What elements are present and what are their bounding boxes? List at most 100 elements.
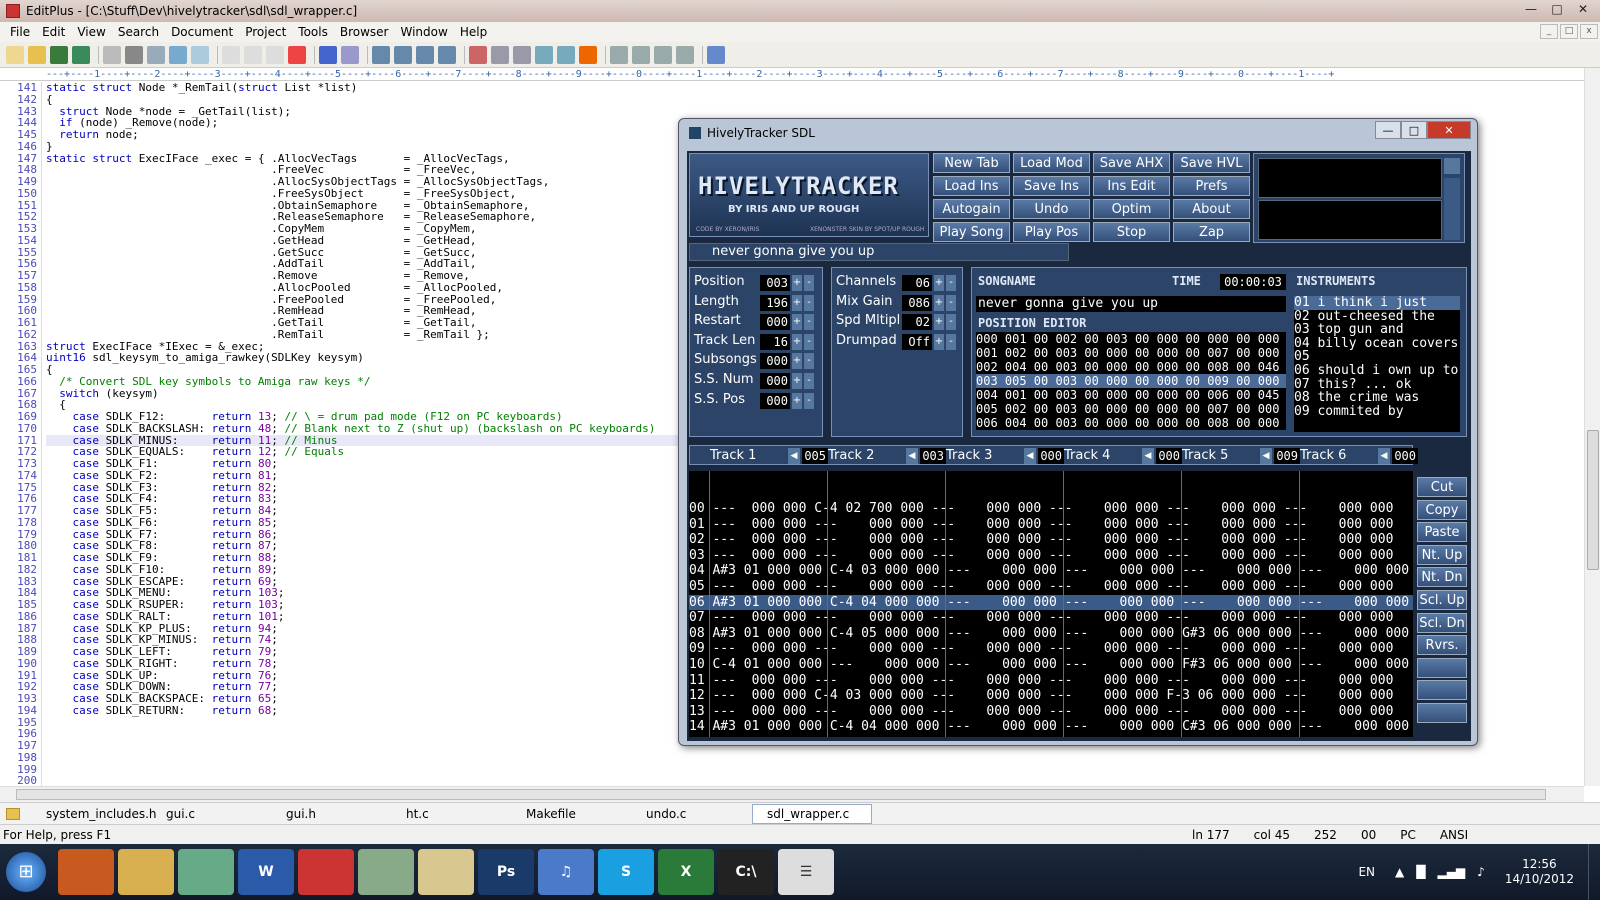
vertical-scrollbar[interactable] — [1584, 68, 1600, 786]
save-icon[interactable] — [50, 45, 68, 64]
volume-icon[interactable]: ♪ — [1477, 865, 1485, 879]
editplus-taskbar-icon[interactable] — [418, 849, 474, 895]
document-app-icon[interactable] — [358, 849, 414, 895]
btn-autogain[interactable]: Autogain — [933, 199, 1010, 219]
track-mute-icon[interactable]: ◀ — [1260, 448, 1272, 464]
font-icon[interactable] — [469, 45, 487, 64]
edit-button-rvrs-[interactable]: Rvrs. — [1417, 635, 1467, 656]
menu-search[interactable]: Search — [112, 25, 165, 39]
mdi-minimize-button[interactable]: _ — [1540, 24, 1558, 39]
window-cascade-icon[interactable] — [632, 45, 650, 64]
menu-help[interactable]: Help — [454, 25, 493, 39]
tab-sdl-wrapper-c[interactable]: sdl_wrapper.c — [752, 803, 872, 824]
tab-ht-c[interactable]: ht.c — [392, 807, 512, 821]
increment-button[interactable]: + — [792, 392, 802, 409]
menu-browser[interactable]: Browser — [334, 25, 395, 39]
decrement-button[interactable]: - — [804, 392, 814, 409]
track-mute-icon[interactable]: ◀ — [788, 448, 800, 464]
firefox-icon[interactable] — [58, 849, 114, 895]
instrument-row[interactable]: 05 — [1294, 350, 1460, 364]
position-row[interactable]: 003 005 00 003 00 000 00 000 00 009 00 0… — [976, 374, 1286, 388]
horizontal-scroll-thumb[interactable] — [16, 789, 1546, 800]
code-editor[interactable]: static struct Node *_RemTail(struct List… — [46, 82, 686, 786]
btn-save-ahx[interactable]: Save AHX — [1093, 153, 1170, 173]
decrement-button[interactable]: - — [946, 333, 956, 350]
edit-button-copy[interactable]: Copy — [1417, 499, 1467, 520]
pattern-row[interactable]: 12 --- 000 000 C-4 03 000 000 --- 000 00… — [689, 688, 1413, 704]
skype-icon[interactable]: S — [598, 849, 654, 895]
visualizer-toggle-icon[interactable] — [1444, 158, 1460, 174]
decrement-button[interactable]: - — [804, 373, 814, 389]
pattern-row[interactable]: 07 --- 000 000 --- 000 000 --- 000 000 -… — [689, 610, 1413, 626]
hively-minimize-button[interactable]: — — [1375, 121, 1401, 139]
pattern-row[interactable]: 14 A#3 01 000 000 C-4 04 000 000 --- 000… — [689, 719, 1413, 735]
decrement-button[interactable]: - — [946, 294, 956, 311]
instrument-row[interactable]: 04 billy ocean covers — [1294, 337, 1460, 351]
instrument-row[interactable]: 09 commited by — [1294, 405, 1460, 419]
find-icon[interactable] — [372, 45, 390, 64]
edit-button-nt-dn[interactable]: Nt. Dn — [1417, 567, 1467, 588]
tab-system-includes[interactable]: system_includes.h — [32, 807, 157, 821]
pattern-editor[interactable]: 00 --- 000 000 C-4 02 700 000 --- 000 00… — [689, 471, 1413, 737]
language-indicator[interactable]: EN — [1358, 865, 1375, 879]
track-mute-icon[interactable]: ◀ — [1024, 448, 1036, 464]
replace-icon[interactable] — [394, 45, 412, 64]
open-file-icon[interactable] — [28, 45, 46, 64]
track-mute-icon[interactable]: ◀ — [1142, 448, 1154, 464]
photoshop-icon[interactable]: Ps — [478, 849, 534, 895]
instrument-list[interactable]: 01 i think i just 02 out-cheesed the 03 to… — [1294, 296, 1460, 432]
increment-button[interactable]: + — [934, 294, 944, 311]
decrement-button[interactable]: - — [804, 314, 814, 331]
menu-project[interactable]: Project — [239, 25, 292, 39]
instrument-row[interactable]: 02 out-cheesed the — [1294, 309, 1460, 324]
show-desktop-button[interactable] — [1588, 844, 1600, 900]
edit-button-cut[interactable]: Cut — [1417, 477, 1467, 497]
btn-play-song[interactable]: Play Song — [933, 222, 1010, 242]
pattern-row[interactable]: 13 --- 000 000 --- 000 000 --- 000 000 -… — [689, 704, 1413, 720]
itunes-icon[interactable]: ♫ — [538, 849, 594, 895]
copy-icon[interactable] — [244, 45, 262, 64]
btn-save-ins[interactable]: Save Ins — [1013, 176, 1090, 196]
hively-close-button[interactable]: ✕ — [1427, 121, 1471, 139]
start-button[interactable]: ⊞ — [6, 852, 46, 892]
mdi-restore-button[interactable]: □ — [1560, 24, 1578, 39]
horizontal-scrollbar[interactable] — [0, 786, 1584, 802]
folder-icon[interactable] — [6, 807, 20, 820]
spellcheck-icon[interactable] — [147, 45, 165, 64]
delete-icon[interactable] — [288, 45, 306, 64]
cmd-icon[interactable]: C:\ — [718, 849, 774, 895]
instrument-row[interactable]: 03 top gun and — [1294, 323, 1460, 337]
cut-icon[interactable] — [222, 45, 240, 64]
edit-button-empty-8[interactable] — [1417, 657, 1467, 678]
increment-button[interactable]: + — [792, 294, 802, 311]
edit-button-nt-up[interactable]: Nt. Up — [1417, 544, 1467, 565]
btn-load-mod[interactable]: Load Mod — [1013, 153, 1090, 173]
edit-button-scl-dn[interactable]: Scl. Dn — [1417, 612, 1467, 633]
tab-gui-h[interactable]: gui.h — [272, 807, 392, 821]
instrument-row[interactable]: 06 should i own up to — [1294, 364, 1460, 378]
position-row[interactable]: 001 002 00 003 00 000 00 000 00 007 00 0… — [976, 346, 1286, 360]
btn-new-tab[interactable]: New Tab — [933, 153, 1010, 173]
tab-gui-c[interactable]: gui.c — [152, 807, 272, 821]
menu-document[interactable]: Document — [165, 25, 239, 39]
pattern-row[interactable]: 05 --- 000 000 --- 000 000 --- 000 000 -… — [689, 579, 1413, 595]
edit-button-scl-up[interactable]: Scl. Up — [1417, 590, 1467, 610]
decrement-button[interactable]: - — [804, 353, 814, 370]
position-row[interactable]: 006 004 00 003 00 000 00 000 00 008 00 0… — [976, 416, 1286, 430]
menu-tools[interactable]: Tools — [292, 25, 334, 39]
vertical-scroll-thumb[interactable] — [1587, 430, 1599, 570]
song-tab[interactable]: never gonna give you up — [689, 243, 1069, 261]
increment-button[interactable]: + — [792, 314, 802, 331]
increment-button[interactable]: + — [792, 353, 802, 370]
tab-makefile[interactable]: Makefile — [512, 807, 632, 821]
instrument-row[interactable]: 07 this? ... ok — [1294, 377, 1460, 392]
track-mute-icon[interactable]: ◀ — [906, 448, 918, 464]
increment-button[interactable]: + — [792, 373, 802, 389]
btn-undo[interactable]: Undo — [1013, 199, 1090, 219]
fullscreen-icon[interactable] — [676, 45, 694, 64]
new-file-icon[interactable] — [6, 45, 24, 64]
menu-window[interactable]: Window — [395, 25, 454, 39]
find-in-files-icon[interactable] — [416, 45, 434, 64]
print-preview-icon[interactable] — [103, 45, 121, 64]
pattern-row[interactable]: 11 --- 000 000 --- 000 000 --- 000 000 -… — [689, 673, 1413, 689]
